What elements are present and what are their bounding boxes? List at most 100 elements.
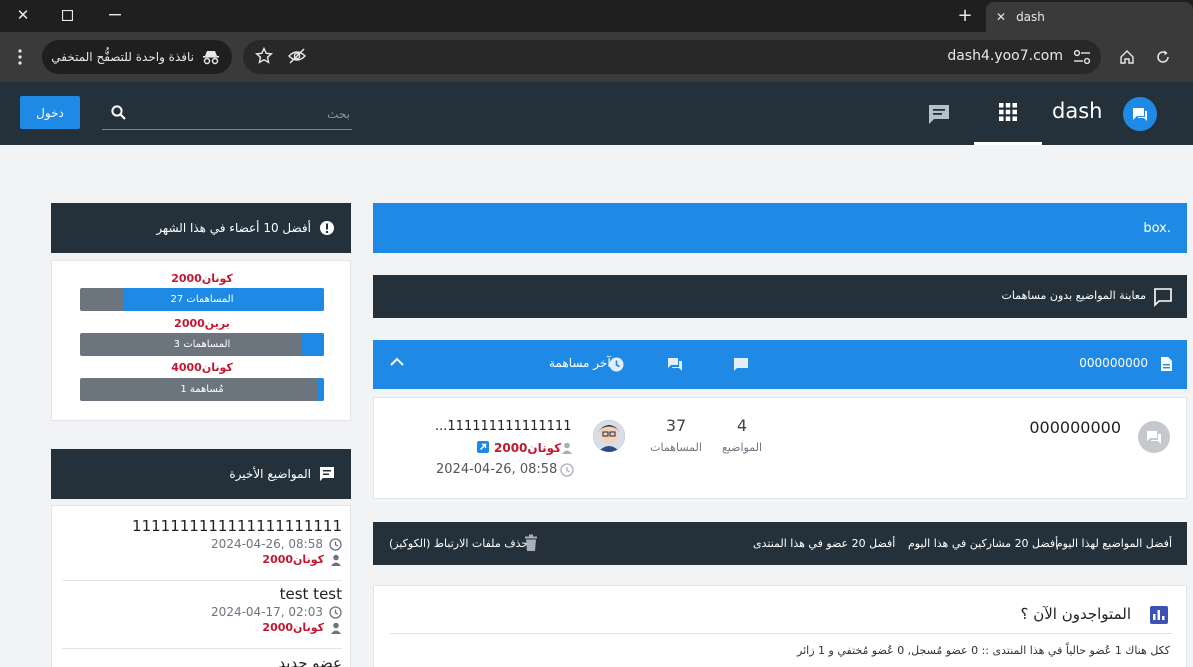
address-bar[interactable]: dash4.yoo7.com (243, 40, 1101, 74)
topics-count-label: المواضيع (721, 441, 763, 454)
top-members-header: أفضل 10 أعضاء في هذا الشهر (51, 203, 351, 253)
divider (390, 633, 1172, 634)
who-is-online-box: المتواجدون الآن ؟ ككل هناك 1 عُضو حالياً… (373, 585, 1187, 667)
incognito-icon (202, 49, 220, 65)
clock-icon (329, 605, 342, 619)
recent-topic-author[interactable]: كونان2000 (262, 621, 324, 634)
last-post-label: آخر مساهمة (549, 356, 611, 370)
unanswered-bar[interactable]: معاينة المواضيع بدون مساهمات (373, 275, 1187, 318)
member-posts-label: 1 مُساهمة (180, 384, 224, 395)
top-posters-today-link[interactable]: أفضل 20 مشاركين في هذا اليوم (908, 537, 1058, 550)
user-icon (561, 442, 573, 454)
apps-grid-tab[interactable] (974, 82, 1042, 145)
divider (62, 648, 342, 649)
forum-name[interactable]: 000000000 (1029, 418, 1121, 437)
online-title: المتواجدون الآن ؟ (1020, 605, 1132, 623)
avatar[interactable] (593, 420, 625, 452)
recent-topic-author-row: كونان2000 (62, 621, 342, 634)
member-name[interactable]: كونان2000 (52, 272, 352, 285)
browser-titlebar: ✕ + ✕ dash (0, 0, 1193, 32)
recent-topics-title: المواضيع الأخيرة (229, 467, 311, 481)
recent-topic-title[interactable]: عضو جديد (62, 654, 342, 667)
recent-topic-date: 2024-04-17, 02:03 (211, 605, 323, 619)
user-icon (330, 622, 342, 634)
user-icon (330, 554, 342, 566)
posts-header-icon (667, 357, 683, 372)
site-header: دخول dash (0, 82, 1193, 145)
external-link-icon[interactable] (477, 441, 489, 453)
clock-icon (609, 357, 624, 372)
tab-close-icon[interactable]: ✕ (996, 10, 1006, 24)
last-author-link[interactable]: كونان2000 (494, 441, 561, 455)
recent-topic-author-row: كونان2000 (62, 553, 342, 566)
search-icon[interactable] (110, 104, 128, 122)
box-text: box. (1143, 220, 1171, 236)
recent-topics-list: 1111111111111111111111 2024-04-26, 08:58… (51, 505, 351, 667)
minimize-window-icon[interactable] (92, 0, 138, 30)
posts-count: 37 (665, 416, 687, 435)
top-members-title: أفضل 10 أعضاء في هذا الشهر (156, 221, 311, 235)
category-header: آخر مساهمة 000000000 (373, 340, 1187, 389)
site-name[interactable]: dash (1052, 99, 1102, 123)
divider (62, 580, 342, 581)
clock-icon (329, 537, 342, 551)
recent-topic-item: 1111111111111111111111 2024-04-26, 08:58… (62, 517, 342, 566)
home-icon[interactable] (1112, 42, 1142, 72)
recent-topic-title[interactable]: test test (62, 585, 342, 603)
online-summary: ككل هناك 1 عُضو حالياً في هذا المنتدى ::… (797, 644, 1170, 657)
clock-icon (560, 463, 574, 477)
quick-links-bar: حذف ملفات الارتباط (الكوكيز) أفضل 20 عضو… (373, 522, 1187, 565)
incognito-indicator[interactable]: نافذة واحدة للتصفُّح المتخفي (42, 40, 232, 74)
forum-status-icon (1138, 421, 1170, 453)
search-box (102, 98, 352, 130)
member-posts-label: 3 المساهمات (173, 339, 231, 350)
incognito-label: نافذة واحدة للتصفُّح المتخفي (51, 50, 194, 64)
new-tab-button[interactable]: + (950, 0, 980, 30)
search-input[interactable] (132, 102, 350, 126)
delete-cookies-link[interactable]: حذف ملفات الارتباط (الكوكيز) (389, 537, 528, 550)
top-members-link[interactable]: أفضل 20 عضو في هذا المنتدى (753, 537, 895, 550)
recent-topic-date: 2024-04-26, 08:58 (211, 537, 323, 551)
recent-topic-item: test test 2024-04-17, 02:03 كونان2000 (62, 585, 342, 634)
bookmark-star-icon[interactable] (255, 47, 273, 65)
last-topic-link[interactable]: ...111111111111111 (435, 419, 571, 434)
document-icon (1160, 356, 1173, 372)
site-logo-icon[interactable] (1123, 97, 1157, 131)
collapse-chevron-icon[interactable] (390, 357, 404, 366)
chat-bubble-outline-icon (1153, 287, 1173, 307)
forum-row: ...111111111111111 كونان2000 2024-04-26,… (373, 397, 1187, 499)
stats-chart-icon (1150, 606, 1168, 624)
recent-topic-date-row: 2024-04-17, 02:03 (62, 605, 342, 619)
comment-icon (319, 466, 335, 482)
unanswered-link[interactable]: معاينة المواضيع بدون مساهمات (1002, 289, 1147, 302)
url-text: dash4.yoo7.com (947, 48, 1063, 64)
box-banner: box. (373, 203, 1187, 253)
site-settings-icon[interactable] (1073, 49, 1091, 65)
maximize-window-icon[interactable] (44, 0, 90, 30)
alert-badge-icon (319, 220, 335, 236)
chatbox-icon[interactable] (926, 101, 952, 127)
recent-topics-header: المواضيع الأخيرة (51, 449, 351, 499)
top-members-list: كونان2000 27 المساهمات برين2000 3 المساه… (51, 260, 351, 421)
recent-topic-author[interactable]: كونان2000 (262, 553, 324, 566)
reload-icon[interactable] (1148, 42, 1178, 72)
member-posts-bar: 3 المساهمات (80, 333, 324, 356)
recent-topic-title[interactable]: 1111111111111111111111 (62, 517, 342, 535)
last-post-date: 2024-04-26, 08:58 (436, 462, 558, 477)
top-topics-today-link[interactable]: أفضل المواضيع لهذا اليوم (1056, 537, 1172, 550)
eye-off-icon[interactable] (287, 47, 307, 65)
browser-toolbar: نافذة واحدة للتصفُّح المتخفي dash4.yoo7.… (0, 32, 1193, 82)
trash-icon[interactable] (524, 534, 538, 552)
member-posts-label: 27 المساهمات (170, 294, 234, 305)
member-name[interactable]: كونان4000 (52, 361, 352, 374)
kebab-menu-icon[interactable] (5, 42, 35, 72)
browser-tab[interactable]: ✕ dash (986, 2, 1193, 32)
topics-header-icon (733, 357, 749, 372)
recent-topic-item: عضو جديد (62, 654, 342, 667)
category-title[interactable]: 000000000 (1079, 356, 1148, 370)
member-name[interactable]: برين2000 (52, 317, 352, 330)
member-posts-bar: 27 المساهمات (80, 288, 324, 311)
login-button[interactable]: دخول (20, 96, 80, 129)
close-window-icon[interactable]: ✕ (0, 0, 46, 30)
member-posts-bar: 1 مُساهمة (80, 378, 324, 401)
